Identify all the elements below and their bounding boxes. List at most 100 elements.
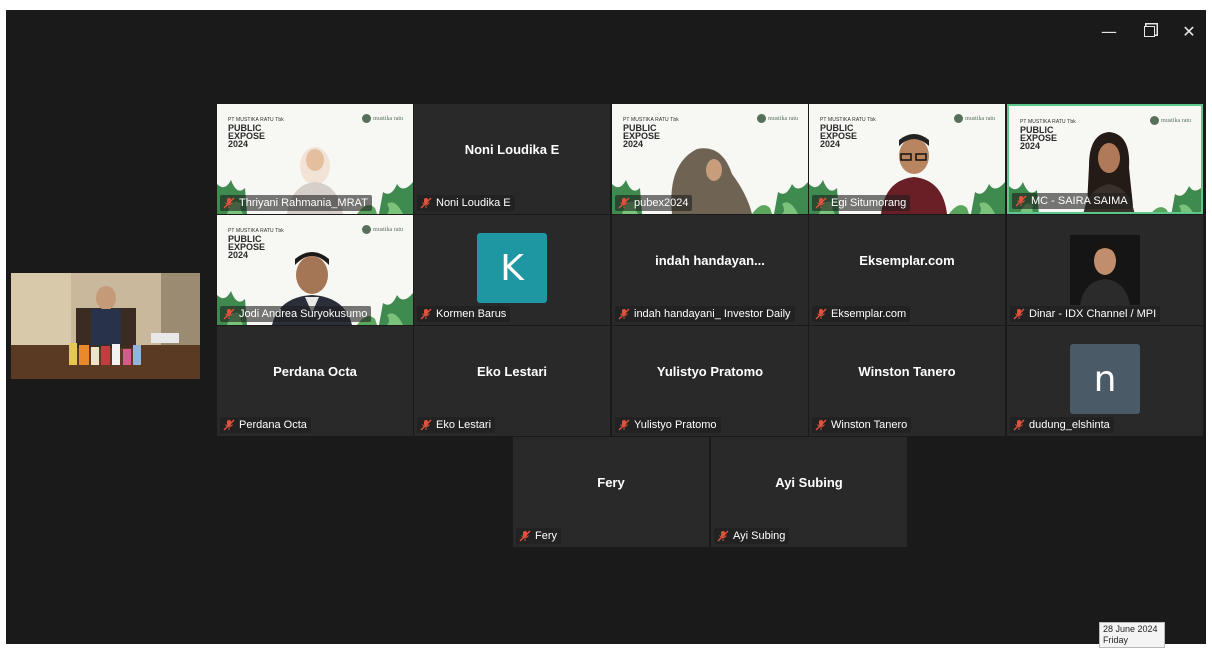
participant-name: Eksemplar.com (831, 308, 907, 320)
participant-center-name: Winston Tanero (858, 363, 956, 379)
muted-mic-icon (223, 419, 235, 431)
participant-center-name: Eksemplar.com (859, 252, 955, 268)
muted-mic-icon (519, 530, 531, 542)
banner-line3: 2024 (228, 139, 249, 149)
muted-mic-icon (815, 308, 827, 320)
participant-tile[interactable]: PT MUSTIKA RATU Tbk PUBLIC EXPOSE 2024 musti… (1007, 104, 1203, 214)
logo-icon (362, 114, 372, 123)
participant-tile[interactable]: Ayi Subing Ayi Subing (711, 437, 907, 547)
participant-name-label: Egi Situmorang (812, 195, 911, 211)
banner-logo-text: mustika ratu (373, 115, 403, 122)
banner-title: PUBLIC EXPOSE 2024 (820, 124, 857, 149)
participant-tile[interactable]: Fery Fery (513, 437, 709, 547)
participant-name-label: Fery (516, 528, 561, 544)
participant-tile[interactable]: Noni Loudika E Noni Loudika E (414, 104, 610, 214)
participant-tile[interactable]: Winston Tanero Winston Tanero (809, 326, 1005, 436)
participant-center-name: indah handayan... (655, 252, 765, 268)
participant-name: Ayi Subing (733, 530, 786, 542)
participant-name-label: Ayi Subing (714, 528, 790, 544)
participant-name-label: Kormen Barus (417, 306, 511, 322)
muted-mic-icon (815, 419, 827, 431)
muted-mic-icon (420, 308, 432, 320)
participant-name-label: Thriyani Rahmania_MRAT (220, 195, 372, 211)
self-view-video[interactable] (11, 273, 200, 379)
banner-logo-text: mustika ratu (768, 115, 798, 122)
participant-name: MC - SAIRA SAIMA (1031, 195, 1128, 207)
participant-tile[interactable]: Dinar - IDX Channel / MPI (1007, 215, 1203, 325)
self-view-image (11, 273, 200, 379)
muted-mic-icon (815, 197, 827, 209)
participant-name-label: dudung_elshinta (1010, 417, 1114, 433)
minimize-icon: — (1101, 21, 1117, 41)
banner-logo: mustika ratu (362, 225, 403, 234)
muted-mic-icon (223, 308, 235, 320)
banner-logo: mustika ratu (954, 114, 995, 123)
participant-tile[interactable]: n dudung_elshinta (1007, 326, 1203, 436)
banner-line3: 2024 (623, 139, 644, 149)
participant-name: indah handayani_ Investor Daily (634, 308, 791, 320)
participant-tile[interactable]: Yulistyo Pratomo Yulistyo Pratomo (612, 326, 808, 436)
participant-name-label: Perdana Octa (220, 417, 311, 433)
banner-logo-text: mustika ratu (373, 226, 403, 233)
participant-name: Noni Loudika E (436, 197, 511, 209)
banner-line3: 2024 (1020, 141, 1041, 151)
banner-title: PUBLIC EXPOSE 2024 (228, 235, 265, 260)
muted-mic-icon (1013, 419, 1025, 431)
participant-tile[interactable]: Perdana Octa Perdana Octa (217, 326, 413, 436)
participant-center-name: Eko Lestari (476, 363, 548, 379)
participant-name: Thriyani Rahmania_MRAT (239, 197, 368, 209)
muted-mic-icon (223, 197, 235, 209)
participant-name-label: Noni Loudika E (417, 195, 515, 211)
participant-tile[interactable]: indah handayan... indah handayani_ Invest… (612, 215, 808, 325)
muted-mic-icon (618, 197, 630, 209)
participant-name: Perdana Octa (239, 419, 307, 431)
participant-name-label: Dinar - IDX Channel / MPI (1010, 306, 1161, 322)
taskbar-clock[interactable]: 28 June 2024 Friday (1099, 622, 1165, 648)
muted-mic-icon (1015, 195, 1027, 207)
restore-button[interactable] (1134, 16, 1164, 46)
participant-tile[interactable]: PT MUSTIKA RATU Tbk PUBLIC EXPOSE 2024 musti… (612, 104, 808, 214)
clock-date: 28 June 2024 (1103, 624, 1158, 634)
banner-logo: mustika ratu (1150, 116, 1191, 125)
participant-center-name: Noni Loudika E (464, 141, 560, 157)
participant-tile[interactable]: K Kormen Barus (414, 215, 610, 325)
participant-name-label: Eksemplar.com (812, 306, 911, 322)
participant-tile[interactable]: PT MUSTIKA RATU Tbk PUBLIC EXPOSE 2024 musti… (809, 104, 1005, 214)
logo-icon (1150, 116, 1160, 125)
participant-name-label: pubex2024 (615, 195, 693, 211)
banner-title: PUBLIC EXPOSE 2024 (623, 124, 660, 149)
banner-title: PUBLIC EXPOSE 2024 (228, 124, 265, 149)
banner-title: PUBLIC EXPOSE 2024 (1020, 126, 1057, 151)
muted-mic-icon (717, 530, 729, 542)
participant-tile[interactable]: Eko Lestari Eko Lestari (414, 326, 610, 436)
muted-mic-icon (618, 419, 630, 431)
participant-center-name: Yulistyo Pratomo (656, 363, 764, 379)
banner-logo-text: mustika ratu (1161, 117, 1191, 124)
close-button[interactable]: ✕ (1174, 16, 1204, 46)
clock-day: Friday (1103, 635, 1129, 645)
participant-center-name: Perdana Octa (273, 363, 357, 379)
logo-icon (362, 225, 372, 234)
banner-logo-text: mustika ratu (965, 115, 995, 122)
participant-tile[interactable]: PT MUSTIKA RATU Tbk PUBLIC EXPOSE 2024 musti… (217, 215, 413, 325)
logo-icon (757, 114, 767, 123)
participant-tile[interactable]: PT MUSTIKA RATU Tbk PUBLIC EXPOSE 2024 musti… (217, 104, 413, 214)
banner-line3: 2024 (228, 250, 249, 260)
restore-icon (1143, 25, 1155, 37)
participant-tile[interactable]: Eksemplar.com Eksemplar.com (809, 215, 1005, 325)
participant-avatar: n (1070, 344, 1140, 414)
participant-name-label: Winston Tanero (812, 417, 912, 433)
participant-photo (1070, 235, 1140, 305)
banner-logo: mustika ratu (362, 114, 403, 123)
participant-name-label: Eko Lestari (417, 417, 496, 433)
minimize-button[interactable]: — (1094, 16, 1124, 46)
participant-name: Kormen Barus (436, 308, 507, 320)
participant-avatar: K (477, 233, 547, 303)
muted-mic-icon (618, 308, 630, 320)
muted-mic-icon (1013, 308, 1025, 320)
participant-name: Jodi Andrea Suryokusumo (239, 308, 368, 320)
participant-name: Eko Lestari (436, 419, 492, 431)
participant-center-name: Ayi Subing (775, 474, 843, 490)
participant-name-label: MC - SAIRA SAIMA (1012, 193, 1132, 209)
participant-name-label: Yulistyo Pratomo (615, 417, 721, 433)
